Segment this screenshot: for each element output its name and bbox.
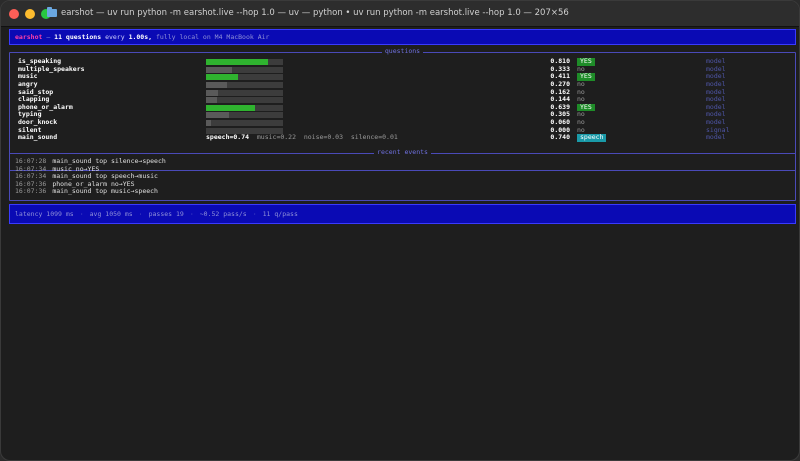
score-bar-fill xyxy=(206,97,218,104)
status-bar: latency 1099 ms · avg 1050 ms · passes 19 · ~0… xyxy=(9,204,796,224)
answer-badge: speech xyxy=(577,134,607,142)
questions-per-pass: 11 q/pass xyxy=(262,210,298,218)
minimize-icon[interactable] xyxy=(25,9,35,19)
speech-score: speech=0.74 xyxy=(206,133,250,142)
window-title: earshot — uv run python -m earshot.live … xyxy=(47,7,569,18)
event-time: 16:07:34 xyxy=(15,172,47,181)
score-bar xyxy=(206,59,283,65)
question-count: 11 questions xyxy=(54,33,102,41)
score-bar xyxy=(206,120,283,127)
source-label: model xyxy=(706,133,726,142)
score-bar xyxy=(206,74,283,81)
passes: passes 19 xyxy=(148,210,184,218)
score-bar xyxy=(206,104,283,111)
score-bar-fill xyxy=(206,120,211,127)
score-bar-fill xyxy=(206,74,238,81)
events-panel: recent events 16:07:28 main_sound top sil… xyxy=(9,148,796,201)
questions-title: questions xyxy=(381,47,424,55)
score-bar xyxy=(206,112,283,119)
score-bar-fill xyxy=(206,89,219,96)
latency: latency 1099 ms xyxy=(15,210,74,218)
avg-latency: avg 1050 ms xyxy=(89,210,133,218)
pass-rate: ~0.52 pass/s xyxy=(199,210,247,218)
interval: 1.00s, xyxy=(128,33,153,41)
window-controls xyxy=(9,9,51,19)
header-every: every xyxy=(105,33,125,41)
score-bar-fill xyxy=(206,104,256,111)
score-bar xyxy=(206,97,283,104)
event-row: 16:07:36 main_sound top music→speech xyxy=(15,188,158,196)
app-name: earshot xyxy=(15,33,43,41)
score-bar-fill xyxy=(206,81,227,88)
music-score: music=0.22 xyxy=(256,133,297,142)
events-title: recent events xyxy=(374,148,431,156)
score-bar xyxy=(206,66,283,73)
noise-score: noise=0.03 xyxy=(303,133,343,142)
question-name: main_sound xyxy=(18,133,58,142)
header-bar: earshot — 11 questions every 1.00s, full… xyxy=(9,29,796,45)
silence-score: silence=0.01 xyxy=(350,133,398,142)
event-time: 16:07:28 xyxy=(15,157,47,165)
score-bar-fill xyxy=(206,66,232,73)
header-dash: — xyxy=(46,33,51,41)
window-title-text: earshot — uv run python -m earshot.live … xyxy=(61,8,569,18)
terminal-window: earshot — uv run python -m earshot.live … xyxy=(0,0,800,461)
score-bar-fill xyxy=(206,112,230,119)
folder-icon xyxy=(47,7,57,17)
score-value: 0.740 xyxy=(550,133,570,142)
event-time: 16:07:36 xyxy=(15,187,47,196)
close-icon[interactable] xyxy=(9,9,19,19)
score-bar xyxy=(206,81,283,88)
main-sound-row: main_sound speech=0.74 music=0.22 noise=0… xyxy=(18,133,788,142)
score-bar xyxy=(206,89,283,96)
header-suffix: fully local on M4 MacBook Air xyxy=(155,33,270,41)
title-bar: earshot — uv run python -m earshot.live … xyxy=(1,1,799,27)
event-text: main_sound top music→speech xyxy=(52,187,158,196)
main-sound-breakdown: speech=0.74 music=0.22 noise=0.03 silenc… xyxy=(206,133,398,142)
score-bar-fill xyxy=(206,59,269,65)
